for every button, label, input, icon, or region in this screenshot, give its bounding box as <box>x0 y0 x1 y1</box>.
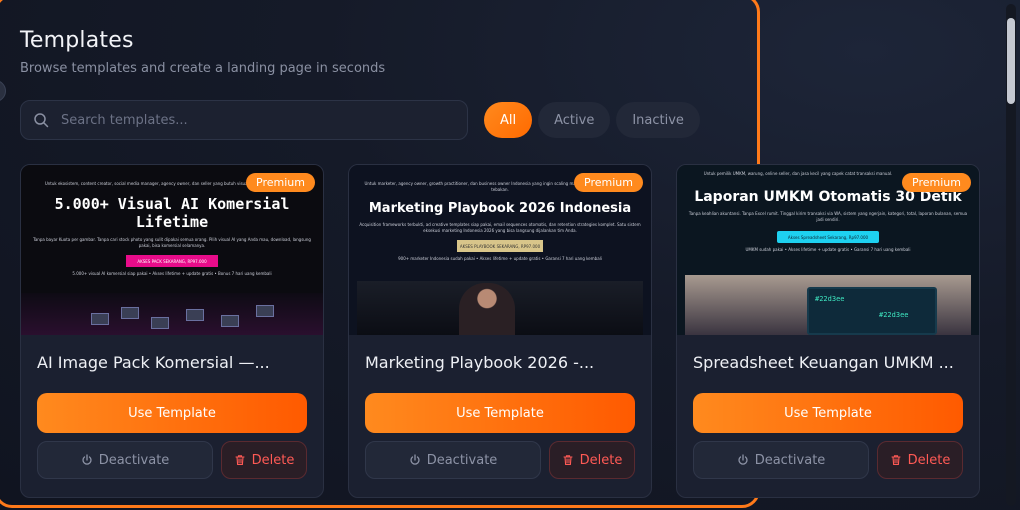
thumb-tile <box>151 317 169 329</box>
deactivate-button[interactable]: Deactivate <box>37 441 213 479</box>
delete-button[interactable]: Delete <box>877 441 963 479</box>
template-title[interactable]: Marketing Playbook 2026 -... <box>365 353 635 377</box>
status-filter-tabs: All Active Inactive <box>484 102 700 138</box>
filter-all[interactable]: All <box>484 102 533 138</box>
thumb-footer: 900+ marketer Indonesia sudah pakai • Ak… <box>398 256 602 261</box>
template-thumbnail[interactable]: Premium Untuk pemilik UMKM, warung, onli… <box>677 165 979 335</box>
deactivate-button[interactable]: Deactivate <box>365 441 541 479</box>
page-scrollbar-thumb[interactable] <box>1007 18 1015 104</box>
thumb-image-strip <box>21 293 323 335</box>
deactivate-label: Deactivate <box>426 452 498 468</box>
page-header: Templates Browse templates and create a … <box>20 28 385 76</box>
thumb-headline: 5.000+ Visual AI Komersial Lifetime <box>54 195 290 231</box>
power-icon <box>82 454 92 465</box>
premium-badge: Premium <box>902 173 971 192</box>
thumb-cta: AKSES PLAYBOOK SEKARANG, RP97.000 <box>457 240 543 252</box>
thumb-tile <box>186 309 204 321</box>
search-input[interactable] <box>61 112 441 128</box>
thumb-laptop: #22d3ee #22d3ee <box>807 287 937 335</box>
deactivate-label: Deactivate <box>754 452 826 468</box>
thumb-screen-value-b: #22d3ee <box>879 311 909 319</box>
page-subtitle: Browse templates and create a landing pa… <box>20 61 386 76</box>
card-actions: Deactivate Delete <box>365 441 635 479</box>
use-template-button[interactable]: Use Template <box>693 393 963 433</box>
delete-button[interactable]: Delete <box>549 441 635 479</box>
power-icon <box>738 454 748 465</box>
thumb-tile <box>121 307 139 319</box>
search-icon <box>34 113 49 128</box>
template-grid: Premium Untuk ekosistem, content creator… <box>20 164 980 498</box>
sidebar-collapse-handle[interactable] <box>0 80 6 102</box>
delete-label: Delete <box>251 452 295 468</box>
delete-label: Delete <box>579 452 623 468</box>
premium-badge: Premium <box>246 173 315 192</box>
deactivate-button[interactable]: Deactivate <box>693 441 869 479</box>
use-template-button[interactable]: Use Template <box>37 393 307 433</box>
power-icon <box>410 454 420 465</box>
template-title[interactable]: Spreadsheet Keuangan UMKM ... <box>693 353 963 377</box>
card-actions: Deactivate Delete <box>693 441 963 479</box>
thumb-footer: UMKM sudah pakai • Akses lifetime + upda… <box>745 247 911 252</box>
deactivate-label: Deactivate <box>98 452 170 468</box>
thumb-tile <box>256 305 274 317</box>
template-thumbnail[interactable]: Premium Untuk marketer, agency owner, gr… <box>349 165 651 335</box>
template-thumbnail[interactable]: Premium Untuk ekosistem, content creator… <box>21 165 323 335</box>
trash-icon <box>235 455 245 466</box>
delete-button[interactable]: Delete <box>221 441 307 479</box>
page-title: Templates <box>20 28 134 53</box>
thumb-cta: AKSES PACK SEKARANG, RP97.000 <box>126 255 218 267</box>
thumb-body: Tanpa bayar Kuota per gambar. Tanpa cari… <box>33 237 311 248</box>
thumb-body: Acquisition frameworks terbukti, ad crea… <box>359 222 641 233</box>
template-title[interactable]: AI Image Pack Komersial —... <box>37 353 307 377</box>
thumb-tile <box>91 313 109 325</box>
thumb-person <box>459 283 515 335</box>
card-actions: Deactivate Delete <box>37 441 307 479</box>
thumb-footer: 5.000+ visual AI komersial siap pakai • … <box>72 271 272 276</box>
thumb-body: Tanpa keahlian akuntansi. Tanpa Excel ru… <box>688 211 968 222</box>
filter-active[interactable]: Active <box>538 102 611 138</box>
thumb-screen-value-a: #22d3ee <box>815 295 845 303</box>
use-template-button[interactable]: Use Template <box>365 393 635 433</box>
thumb-intro: Untuk pemilik UMKM, warung, online selle… <box>703 171 893 176</box>
premium-badge: Premium <box>574 173 643 192</box>
search-box[interactable] <box>20 100 468 140</box>
trash-icon <box>563 455 573 466</box>
trash-icon <box>891 455 901 466</box>
template-card: Premium Untuk pemilik UMKM, warung, onli… <box>676 164 980 498</box>
template-card: Premium Untuk marketer, agency owner, gr… <box>348 164 652 498</box>
thumb-tile <box>221 315 239 327</box>
thumb-headline: Marketing Playbook 2026 Indonesia <box>368 201 632 216</box>
template-card: Premium Untuk ekosistem, content creator… <box>20 164 324 498</box>
delete-label: Delete <box>907 452 951 468</box>
filter-inactive[interactable]: Inactive <box>616 102 700 138</box>
thumb-cta: Akses Spreadsheet Sekarang, Rp97.000 <box>777 231 879 243</box>
